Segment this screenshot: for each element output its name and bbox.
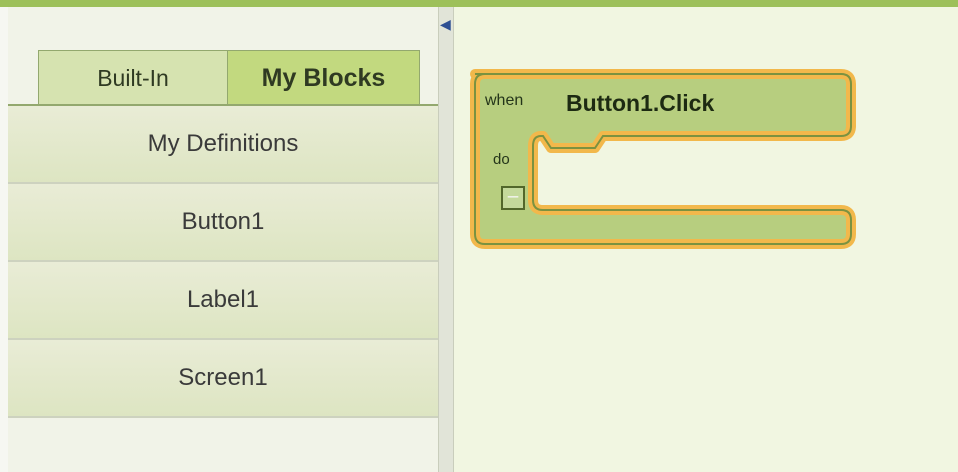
drawer-button1[interactable]: Button1 bbox=[8, 184, 438, 262]
tab-built-in[interactable]: Built-In bbox=[38, 50, 228, 105]
block-event-name: Button1.Click bbox=[566, 90, 715, 116]
drawer-list: My Definitions Button1 Label1 Screen1 bbox=[8, 106, 438, 418]
drawer-screen1[interactable]: Screen1 bbox=[8, 340, 438, 418]
drawer-screen1-label: Screen1 bbox=[178, 364, 268, 391]
button1-click-event-block[interactable]: when Button1.Click do – bbox=[463, 62, 863, 252]
left-edge bbox=[0, 7, 8, 472]
drawer-my-definitions[interactable]: My Definitions bbox=[8, 106, 438, 184]
top-accent-bar bbox=[0, 0, 958, 7]
caret-left-icon[interactable]: ◀ bbox=[440, 16, 451, 32]
drawer-label1-label: Label1 bbox=[186, 286, 260, 313]
drawer-my-definitions-label: My Definitions bbox=[147, 130, 299, 157]
block-collapse-button[interactable]: – bbox=[501, 186, 525, 210]
block-do-label: do bbox=[493, 151, 510, 168]
tab-my-blocks[interactable]: My Blocks bbox=[227, 50, 420, 105]
panel-splitter[interactable] bbox=[438, 7, 454, 472]
drawer-button1-label: Button1 bbox=[181, 208, 265, 235]
tab-built-in-label: Built-In bbox=[97, 64, 169, 91]
blocks-palette-panel: Built-In My Blocks My Definitions Button… bbox=[8, 7, 438, 472]
drawer-label1[interactable]: Label1 bbox=[8, 262, 438, 340]
tab-my-blocks-label: My Blocks bbox=[261, 63, 386, 92]
block-when-label: when bbox=[485, 92, 524, 109]
